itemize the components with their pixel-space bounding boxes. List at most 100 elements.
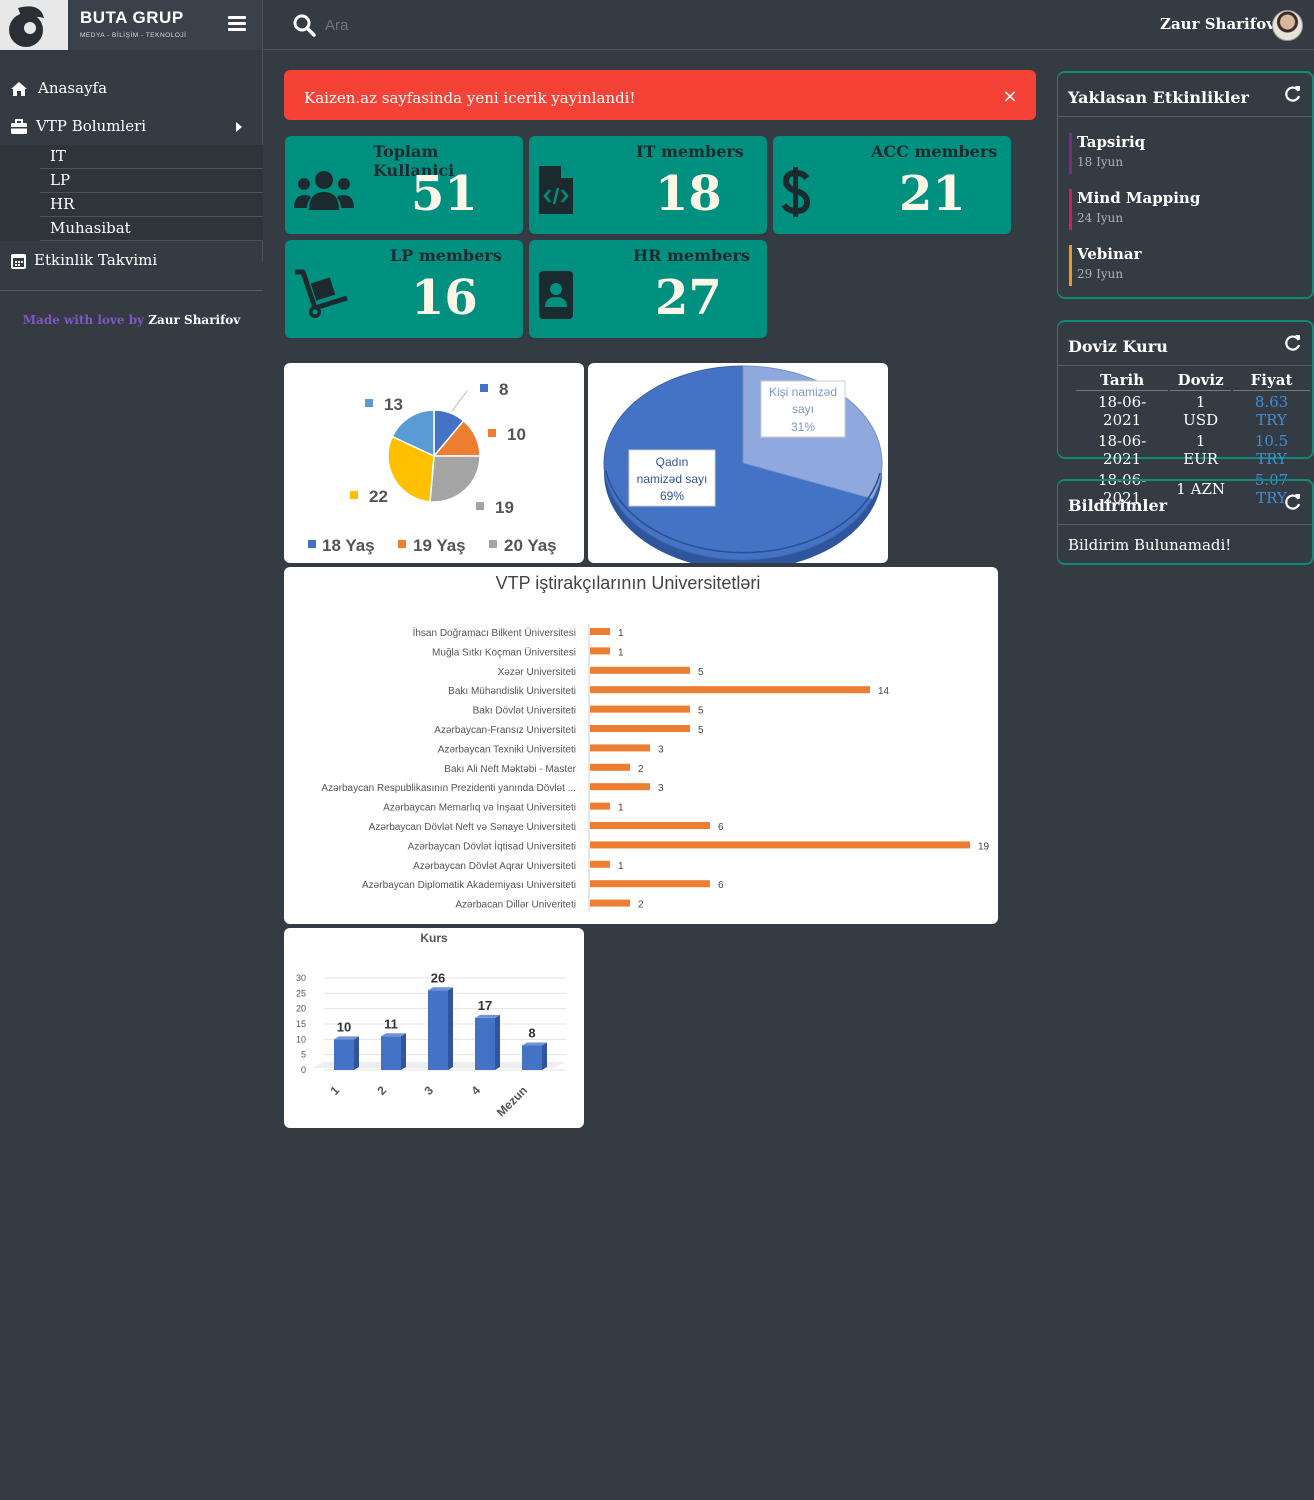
axis-category-label: Azərbaycan Diplomatik Akademiyası Univer… — [362, 880, 576, 891]
bar — [590, 647, 610, 655]
stat-title: IT members — [636, 142, 744, 161]
axis-tick-label: 30 — [296, 973, 306, 983]
axis-category-label: Bakı Dövlət Universiteti — [473, 706, 576, 717]
widget-header: Bildirimler — [1058, 481, 1312, 525]
stat-value: 18 — [655, 166, 722, 222]
bar — [334, 1039, 354, 1070]
sidebar-item-label: Etkinlik Takvimi — [34, 251, 158, 269]
axis-category-label: Azərbaycan Texniki Universiteti — [438, 744, 576, 755]
bar — [590, 802, 610, 810]
stat-card-lp-members[interactable]: LP members 16 — [285, 240, 523, 338]
table-row: 18-06-2021 1 USD 8.63 TRY — [1097, 393, 1289, 429]
sidebar-item-calendar[interactable]: Etkinlik Takvimi — [0, 247, 263, 275]
age-pie-data-label: 13 — [384, 395, 403, 414]
bar — [590, 841, 970, 849]
stat-card-total-users[interactable]: Toplam Kullanici 51 — [285, 136, 523, 234]
legend-entry: 18 Yaş — [322, 536, 375, 555]
bar — [590, 666, 690, 674]
age-pie-data-label: 8 — [499, 380, 508, 399]
sidebar-item-home[interactable]: Anasayfa — [0, 75, 263, 103]
age-pie-data-label: 19 — [495, 498, 514, 517]
axis-tick-label: 25 — [296, 988, 306, 998]
refresh-icon[interactable] — [1284, 493, 1302, 511]
bar-value-label: 5 — [698, 725, 704, 736]
id-badge-icon — [539, 271, 573, 319]
sidebar-subitem-muhasibat[interactable]: Muhasibat — [40, 217, 263, 241]
widget-header: Doviz Kuru — [1058, 322, 1312, 366]
search-input[interactable] — [325, 12, 725, 38]
bar-value-label: 1 — [618, 803, 624, 814]
axis-category-label: İhsan Doğramacı Bilkent Üniversitesi — [413, 626, 576, 639]
sidebar-subitem-hr[interactable]: HR — [40, 193, 263, 217]
axis-category-label: Azərbaycan Dövlət İqtisad Universiteti — [408, 839, 576, 852]
bar-value-label: 19 — [978, 841, 990, 852]
pie-label: Qadın — [656, 455, 689, 469]
bar-value-label: 2 — [638, 764, 644, 775]
axis-tick-label: 20 — [296, 1004, 306, 1014]
event-item[interactable]: Mind Mapping 24 Iyun — [1069, 189, 1299, 230]
menu-toggle-icon[interactable] — [228, 16, 246, 32]
course-bar-chart: Kurs 0 5 10 15 20 25 30 10 1 11 2 26 3 17 4 8 Mezun — [284, 928, 584, 1128]
refresh-icon[interactable] — [1284, 85, 1302, 103]
sidebar-item-label: VTP Bolumleri — [36, 117, 147, 135]
axis-category-label: Xəzər Universiteti — [498, 667, 576, 678]
bar — [590, 880, 710, 888]
bar-value-label: 10 — [337, 1019, 351, 1034]
bar — [475, 1017, 495, 1070]
axis-category-label: 3 — [421, 1083, 436, 1098]
sidebar-footer: Made with love by Zaur Sharifov — [22, 313, 241, 327]
axis-category-label: 4 — [468, 1083, 483, 1098]
bar-value-label: 17 — [478, 998, 492, 1013]
axis-category-label: Azərbaycan Memarlıq və İnşaat Universite… — [383, 801, 576, 814]
axis-category-label: Mezun — [494, 1083, 530, 1119]
legend-entry: 19 Yaş — [413, 536, 466, 555]
refresh-icon[interactable] — [1284, 334, 1302, 352]
widget-header: Yaklasan Etkinlikler — [1058, 73, 1312, 117]
briefcase-icon — [11, 119, 27, 134]
gender-pie-chart: Qadın namizəd sayı 69% Kişi namizəd sayı… — [588, 363, 888, 563]
caret-right-icon — [236, 122, 242, 132]
close-icon[interactable]: × — [1002, 88, 1018, 106]
bar — [590, 628, 610, 635]
pie-label: 31% — [791, 420, 815, 434]
bar — [522, 1045, 542, 1070]
axis-category-label: Muğla Sıtkı Koçman Üniversitesi — [432, 646, 576, 658]
sidebar-subitem-lp[interactable]: LP — [40, 169, 263, 193]
pie-label: 69% — [660, 489, 684, 503]
event-item[interactable]: Tapsiriq 18 Iyun — [1069, 133, 1299, 174]
bar-value-label: 6 — [718, 880, 724, 891]
event-item[interactable]: Vebinar 29 Iyun — [1069, 245, 1299, 286]
stat-value: 21 — [899, 166, 966, 222]
axis-tick-label: 10 — [296, 1034, 306, 1044]
user-name[interactable]: Zaur Sharifov — [1160, 15, 1275, 33]
bar-value-label: 6 — [718, 822, 724, 833]
bar — [428, 990, 448, 1070]
alert-message: Kaizen.az sayfasinda yeni icerik yayinla… — [304, 89, 636, 107]
avatar[interactable] — [1272, 10, 1303, 41]
pie-slice — [429, 455, 481, 503]
axis-category-label: Azərbaycan Respublikasının Prezidenti ya… — [321, 783, 576, 794]
home-icon — [11, 82, 27, 96]
column-header: Fiyat — [1233, 369, 1310, 391]
pie-label: Kişi namizəd — [769, 385, 837, 399]
age-pie-data-label: 22 — [369, 487, 388, 506]
bar — [590, 744, 650, 752]
table-row: 18-06-2021 1 EUR 10.5 TRY — [1097, 432, 1289, 468]
stat-title: LP members — [390, 246, 502, 265]
brand-logo[interactable]: BUTA GRUP MEDYA - BİLİŞİM - TEKNOLOJİ — [0, 0, 263, 50]
axis-tick-label: 0 — [301, 1065, 306, 1075]
sidebar-item-vtp-sections[interactable]: VTP Bolumleri — [0, 113, 263, 141]
pie-label: namizəd sayı — [637, 472, 708, 486]
widget-title: Bildirimler — [1068, 496, 1168, 515]
stat-card-hr-members[interactable]: HR members 27 — [529, 240, 767, 338]
stat-card-it-members[interactable]: IT members 18 — [529, 136, 767, 234]
top-bar: BUTA GRUP MEDYA - BİLİŞİM - TEKNOLOJİ Za… — [0, 0, 1314, 50]
column-header: Doviz — [1170, 369, 1232, 391]
sidebar-subitem-it[interactable]: IT — [40, 145, 263, 169]
users-icon — [294, 171, 354, 210]
bar-value-label: 11 — [384, 1016, 398, 1031]
currency-widget: Doviz Kuru Tarih Doviz Fiyat 18-06-2021 … — [1057, 320, 1314, 507]
axis-category-label: Bakı Ali Neft Məktəbi - Master — [444, 764, 576, 775]
stat-value: 27 — [655, 270, 722, 326]
stat-card-acc-members[interactable]: ACC members 21 — [773, 136, 1011, 234]
